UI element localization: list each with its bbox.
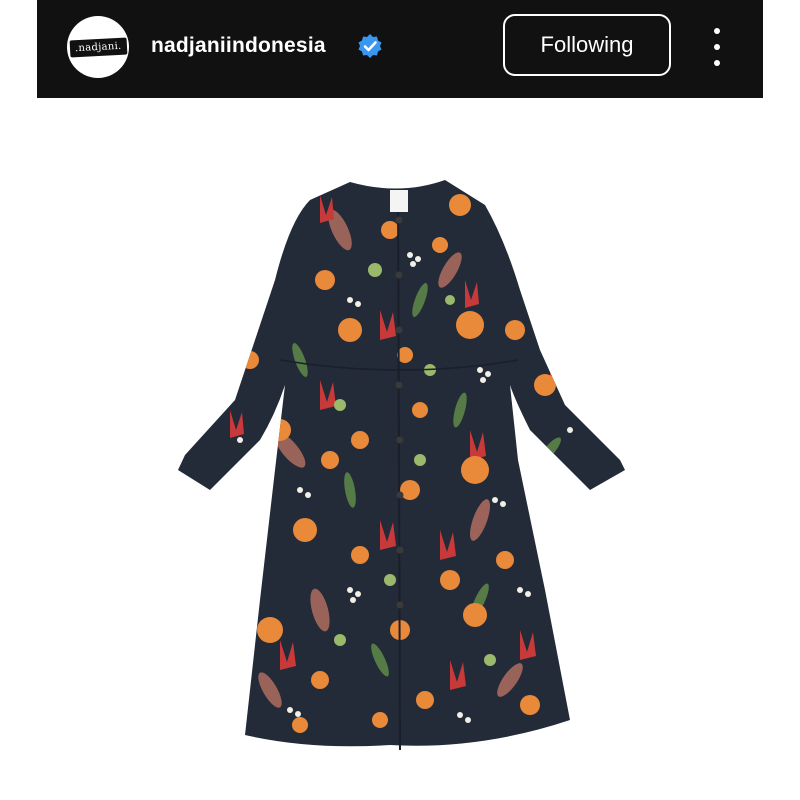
dress-product-photo: [178, 180, 625, 751]
avatar-logo-text: .nadjani.: [69, 37, 127, 57]
following-button[interactable]: Following: [503, 14, 671, 76]
more-vertical-icon[interactable]: [709, 28, 725, 66]
verified-badge-icon: [358, 34, 382, 58]
profile-header: .nadjani. nadjaniindonesia Following: [37, 0, 763, 98]
username[interactable]: nadjaniindonesia: [151, 34, 326, 58]
profile-avatar[interactable]: .nadjani.: [67, 16, 129, 78]
